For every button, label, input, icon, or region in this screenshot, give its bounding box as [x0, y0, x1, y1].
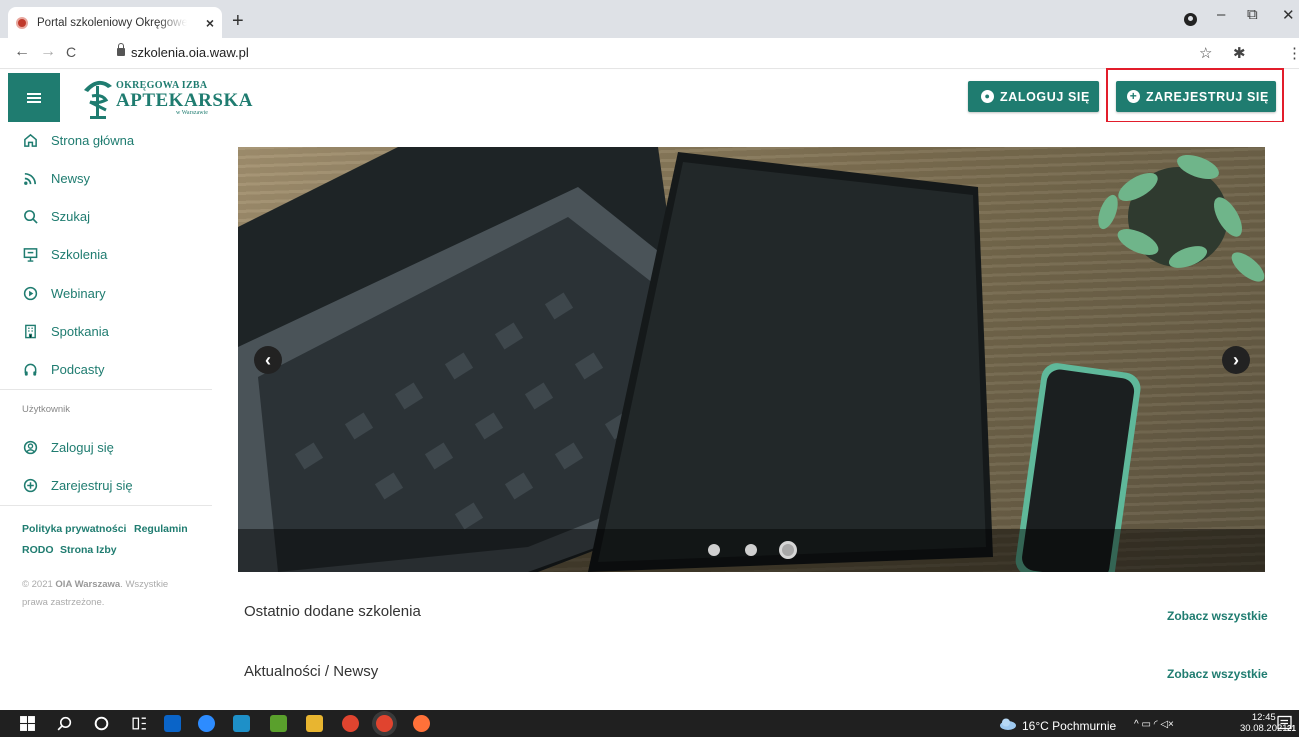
task-view-icon[interactable] — [131, 715, 148, 732]
logo-text-line3: w Warszawie — [176, 110, 208, 116]
photos-icon[interactable] — [233, 715, 250, 732]
zoom-icon[interactable] — [198, 715, 215, 732]
play-circle-icon — [22, 285, 38, 301]
slider-dot-2[interactable] — [745, 544, 757, 556]
slider-dot-3[interactable] — [779, 541, 797, 559]
slider-dot-1[interactable] — [708, 544, 720, 556]
slider-prev-button[interactable]: ‹ — [254, 346, 282, 374]
lock-icon[interactable] — [117, 43, 125, 56]
bookmark-star-icon[interactable]: ☆ — [1199, 44, 1212, 62]
section-title-news: Aktualności / Newsy — [244, 663, 379, 680]
address-bar[interactable]: szkolenia.oia.waw.pl — [131, 45, 249, 60]
register-highlight-box — [1106, 68, 1284, 123]
login-button[interactable]: ● ZALOGUJ SIĘ — [968, 81, 1099, 112]
cortana-icon[interactable] — [93, 715, 110, 732]
site-header: OKRĘGOWA IZBA APTEKARSKA w Warszawie — [0, 70, 1299, 122]
sidebar-item-label: Newsy — [51, 170, 91, 186]
chrome-active-icon[interactable] — [376, 715, 393, 732]
back-icon[interactable]: ← — [14, 43, 30, 61]
browser-tab[interactable]: Portal szkoleniowy Okręgowej Izby × — [8, 7, 222, 38]
hero-slider: ‹ › — [238, 147, 1265, 572]
sidebar-divider — [0, 389, 212, 390]
weather-cloud-icon[interactable] — [999, 715, 1017, 732]
new-tab-button[interactable]: + — [232, 10, 244, 33]
plus-circle-icon — [22, 477, 38, 493]
sidebar-item-label: Szukaj — [51, 208, 91, 224]
search-icon[interactable] — [56, 715, 73, 732]
sidebar-item-label: Strona główna — [51, 132, 135, 148]
browser-tabstrip: Portal szkoleniowy Okręgowej Izby × + – … — [0, 0, 1299, 38]
headphones-icon — [22, 361, 38, 377]
sidebar: Strona główna Newsy Szukaj Szkolenia Web… — [0, 122, 212, 710]
user-icon: ● — [981, 90, 994, 103]
rodo-link[interactable]: RODO — [22, 544, 54, 556]
outlook-icon[interactable] — [164, 715, 181, 732]
sidebar-item-news[interactable]: Newsy — [0, 163, 212, 193]
browser-menu-icon[interactable]: ⋮ — [1287, 44, 1299, 62]
menu-toggle-button[interactable] — [8, 73, 60, 122]
sidebar-item-login[interactable]: Zaloguj się — [0, 432, 212, 462]
login-button-label: ZALOGUJ SIĘ — [1000, 89, 1090, 104]
tab-title: Portal szkoleniowy Okręgowej Izby — [37, 16, 187, 29]
extensions-icon[interactable]: ✱ — [1233, 44, 1246, 62]
profile-icon[interactable] — [1184, 13, 1197, 26]
maximize-button[interactable]: ⧉ — [1247, 6, 1258, 23]
system-tray-icons[interactable]: ^ ▭ ◜ ◁× — [1134, 719, 1174, 730]
reload-icon[interactable]: C — [66, 44, 76, 60]
building-icon — [22, 323, 38, 339]
windows-taskbar: 16°C Pochmurnie ^ ▭ ◜ ◁× 12:45 30.08.202… — [0, 710, 1299, 737]
firefox-icon[interactable] — [413, 715, 430, 732]
home-icon — [22, 132, 38, 148]
minecraft-icon[interactable] — [270, 715, 287, 732]
minimize-button[interactable]: – — [1217, 6, 1225, 23]
sidebar-item-label: Spotkania — [51, 323, 109, 339]
site-favicon-icon — [16, 16, 28, 29]
terms-link[interactable]: Regulamin — [134, 523, 188, 535]
copyright-text: © 2021 OIA Warszawa. Wszystkie prawa zas… — [22, 579, 169, 608]
browser-toolbar: ← → C szkolenia.oia.waw.pl ☆ ✱ ⋮ — [0, 38, 1299, 69]
section-title-trainings: Ostatnio dodane szkolenia — [244, 603, 421, 620]
chrome-icon[interactable] — [342, 715, 359, 732]
chamber-site-link[interactable]: Strona Izby — [60, 544, 117, 556]
see-all-news-link[interactable]: Zobacz wszystkie — [1167, 667, 1268, 681]
weather-text[interactable]: 16°C Pochmurnie — [1022, 719, 1116, 733]
slide-image-devices — [238, 147, 1265, 572]
user-circle-icon — [22, 439, 38, 455]
sidebar-divider — [0, 505, 212, 506]
site-logo[interactable]: OKRĘGOWA IZBA APTEKARSKA w Warszawie — [80, 74, 252, 120]
sidebar-item-home[interactable]: Strona główna — [0, 125, 212, 155]
slider-next-button[interactable]: › — [1222, 346, 1250, 374]
forward-icon[interactable]: → — [40, 43, 56, 61]
sidebar-item-register[interactable]: Zarejestruj się — [0, 470, 212, 500]
sidebar-item-trainings[interactable]: Szkolenia — [0, 239, 212, 269]
file-explorer-icon[interactable] — [306, 715, 323, 732]
logo-text-line2: APTEKARSKA — [116, 90, 253, 111]
presentation-icon — [22, 246, 38, 262]
sidebar-item-podcasts[interactable]: Podcasty — [0, 354, 212, 384]
sidebar-item-label: Podcasty — [51, 361, 105, 377]
sidebar-item-search[interactable]: Szukaj — [0, 201, 212, 231]
rss-icon — [22, 170, 38, 186]
sidebar-item-label: Zaloguj się — [51, 439, 114, 455]
tab-close-button[interactable]: × — [206, 15, 214, 31]
sidebar-item-label: Zarejestruj się — [51, 477, 133, 493]
privacy-policy-link[interactable]: Polityka prywatności — [22, 523, 126, 535]
close-window-button[interactable]: ✕ — [1282, 6, 1295, 24]
sidebar-item-meetings[interactable]: Spotkania — [0, 316, 212, 346]
sidebar-user-heading: Użytkownik — [22, 404, 71, 415]
search-icon — [22, 208, 38, 224]
windows-start-icon[interactable] — [19, 715, 36, 732]
see-all-trainings-link[interactable]: Zobacz wszystkie — [1167, 609, 1268, 623]
caduceus-logo-icon — [84, 80, 112, 119]
sidebar-item-webinars[interactable]: Webinary — [0, 278, 212, 308]
sidebar-item-label: Szkolenia — [51, 246, 108, 262]
notification-count: 21 — [1287, 724, 1296, 733]
sidebar-item-label: Webinary — [51, 285, 106, 301]
hamburger-icon — [27, 93, 41, 95]
